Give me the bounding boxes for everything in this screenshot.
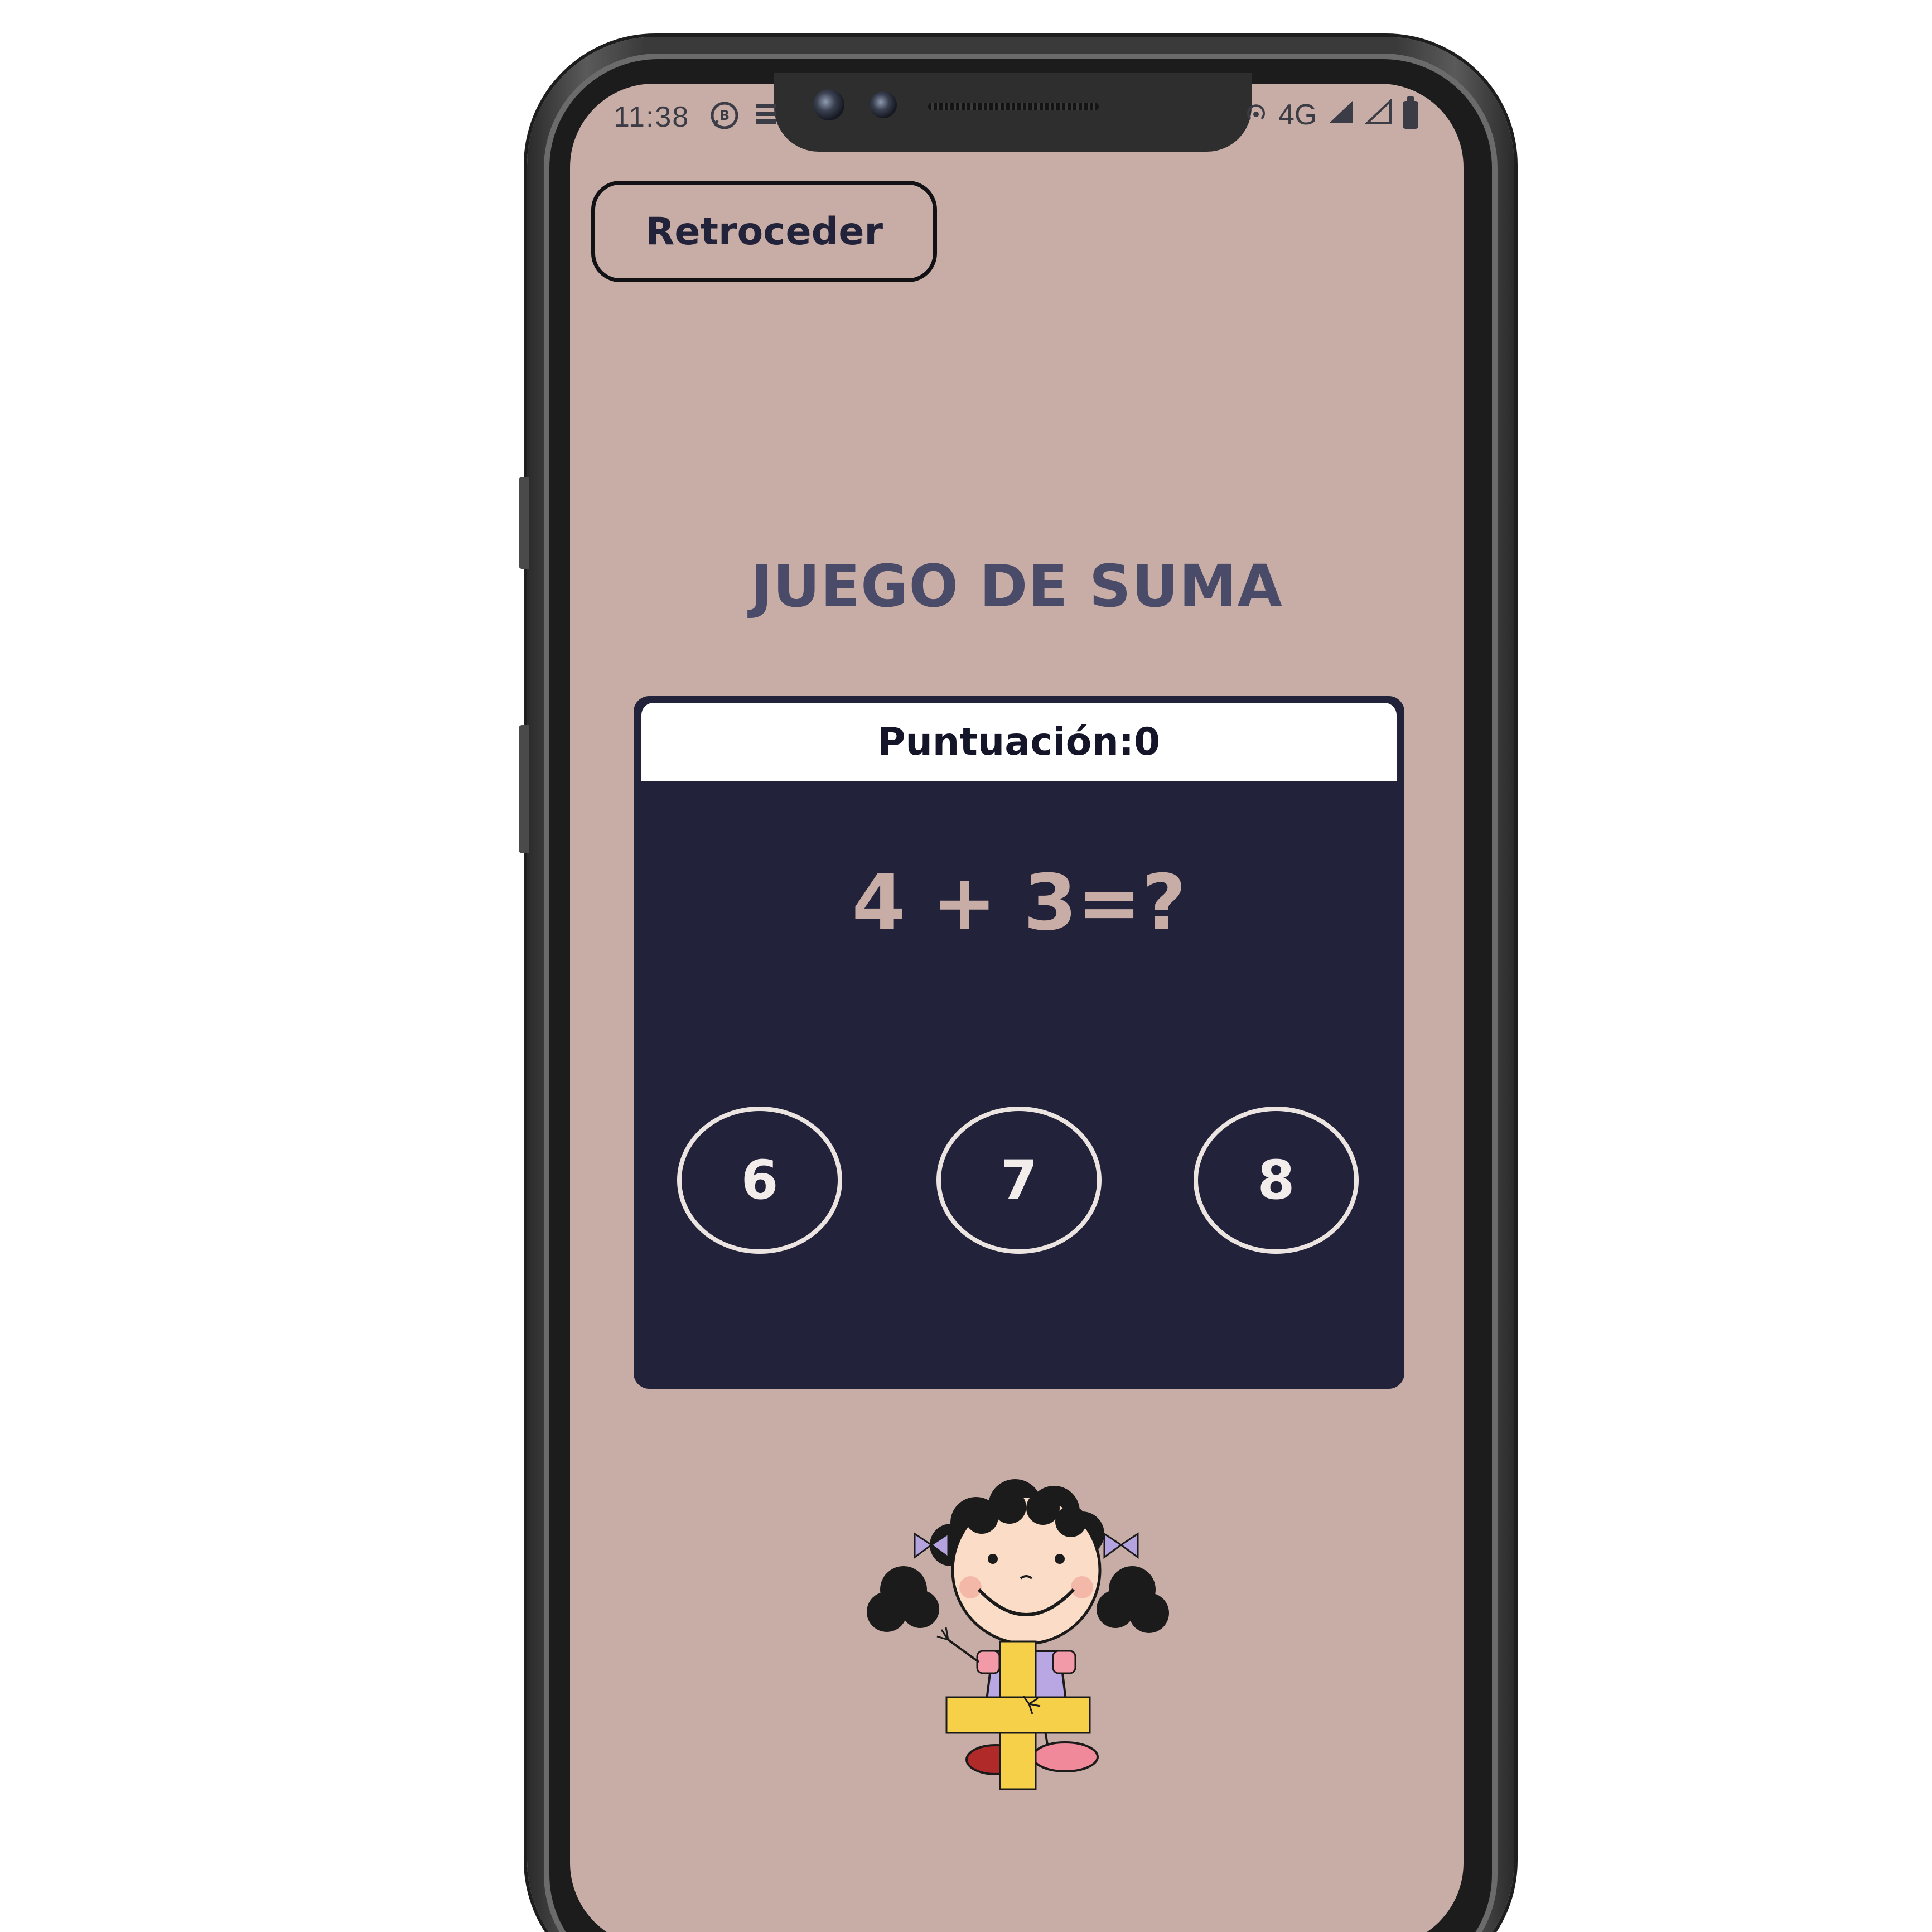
page-title: JUEGO DE SUMA [750,552,1283,620]
answer-option-3[interactable]: 8 [1194,1107,1359,1254]
earpiece-speaker [928,103,1099,110]
game-card: Puntuación:0 4 + 3=? 6 7 8 [634,696,1404,1389]
answer-option-1[interactable]: 6 [677,1107,842,1254]
answer-option-2[interactable]: 7 [936,1107,1102,1254]
score-label: Puntuación:0 [641,703,1397,781]
battery-icon [1403,96,1419,129]
question-text: 4 + 3=? [852,858,1186,948]
network-type: 4G [1278,99,1317,131]
front-camera-icon [813,89,844,120]
svg-text:B: B [719,108,730,123]
front-sensor-icon [870,91,897,118]
volume-down-button [519,725,529,853]
hotspot-icon [1244,98,1268,132]
scene: 11:38 B 4G Retroceder JUEGO DE SUMA Punt… [0,0,1932,1932]
phone-notch [774,73,1252,152]
signal-icon [1327,98,1355,132]
volume-up-button [519,477,529,569]
whatsapp-icon: B [709,100,740,137]
status-right-icons: 4G [1244,96,1419,132]
signal-empty-icon [1364,98,1393,132]
girl-with-plus-sign-illustration [859,1461,1194,1796]
status-time: 11:38 [614,101,690,133]
data-saver-icon [754,100,779,137]
back-button[interactable]: Retroceder [591,181,937,282]
